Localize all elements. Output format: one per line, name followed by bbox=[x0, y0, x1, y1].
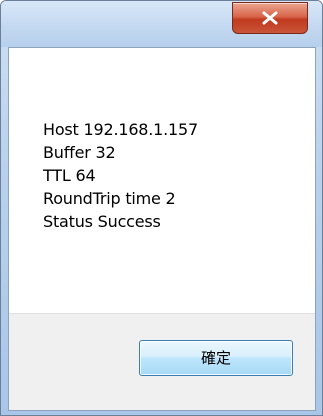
message-text: Host 192.168.1.157 Buffer 32 TTL 64 Roun… bbox=[43, 118, 198, 233]
buffer-line: Buffer 32 bbox=[43, 143, 116, 162]
button-bar: 確定 bbox=[9, 313, 315, 410]
host-line: Host 192.168.1.157 bbox=[43, 120, 198, 139]
ok-button[interactable]: 確定 bbox=[139, 340, 293, 376]
close-button[interactable] bbox=[232, 2, 308, 34]
close-icon bbox=[261, 11, 279, 25]
roundtrip-line: RoundTrip time 2 bbox=[43, 189, 176, 208]
message-box-window: Host 192.168.1.157 Buffer 32 TTL 64 Roun… bbox=[0, 0, 323, 416]
status-line: Status Success bbox=[43, 212, 161, 231]
title-bar[interactable] bbox=[1, 1, 322, 47]
ttl-line: TTL 64 bbox=[43, 166, 96, 185]
dialog-content: Host 192.168.1.157 Buffer 32 TTL 64 Roun… bbox=[8, 47, 316, 411]
